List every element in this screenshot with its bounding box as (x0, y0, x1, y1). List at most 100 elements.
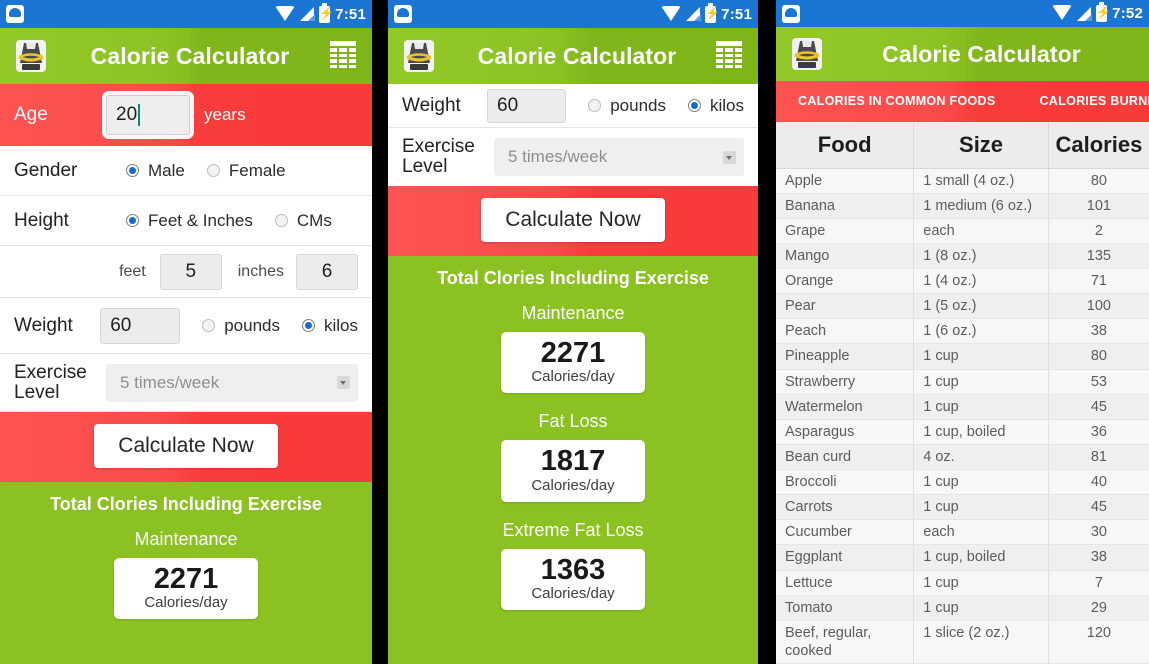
result-unit-maintenance: Calories/day (144, 594, 228, 612)
height-label: Height (14, 209, 69, 231)
cell-calories: 45 (1048, 394, 1149, 420)
table-row[interactable]: Watermelon 1 cup 45 (776, 394, 1149, 420)
cell-food: Pear (776, 293, 915, 320)
table-row[interactable]: Bean curd 4 oz. 81 (776, 444, 1149, 471)
radio-gender-female[interactable] (206, 164, 220, 177)
cell-size: 1 cup, boiled (913, 544, 1049, 571)
cell-size: 1 small (4 oz.) (913, 168, 1049, 194)
exercise-level-label-line2: Level (14, 381, 60, 403)
cell-food: Grape (776, 218, 915, 244)
wifi-icon (1052, 5, 1073, 20)
cell-calories: 53 (1048, 369, 1149, 395)
result-value-maintenance: 2271 (540, 337, 606, 369)
text-cursor (138, 104, 141, 126)
calculate-band: Calculate Now (0, 412, 372, 482)
exercise-level-label-line2: Level (402, 156, 448, 177)
cell-calories: 38 (1048, 318, 1149, 345)
cell-size: 1 cup (913, 394, 1049, 420)
calculate-now-button[interactable]: Calculate Now (481, 198, 665, 242)
radio-label-male: Male (148, 160, 185, 180)
table-row[interactable]: Lettuce 1 cup 7 (776, 570, 1149, 596)
table-row[interactable]: Asparagus 1 cup, boiled 36 (776, 419, 1149, 445)
table-row[interactable]: Orange 1 (4 oz.) 71 (776, 268, 1149, 295)
table-row[interactable]: Eggplant 1 cup, boiled 38 (776, 544, 1149, 571)
exercise-level-dropdown[interactable]: 5 times/week (494, 138, 744, 176)
age-input[interactable]: 20 (106, 95, 190, 135)
weight-scale-icon (788, 35, 826, 73)
row-exercise-level: Exercise Level 5 times/week (388, 128, 758, 186)
exercise-level-label: Exercise Level (402, 137, 494, 177)
status-bar-clock: 7:51 (335, 5, 366, 23)
table-row[interactable]: Carrots 1 cup 45 (776, 494, 1149, 521)
status-bar: 7:51 (388, 0, 758, 28)
app-bar: Calorie Calculator (0, 28, 372, 84)
food-table-head: Food Size Calories (776, 121, 1149, 169)
phone-screen-calculator-form: 7:51 Calorie Calculator (0, 0, 372, 664)
table-row[interactable]: Mango 1 (8 oz.) 135 (776, 243, 1149, 270)
table-row[interactable]: Cucumber each 30 (776, 519, 1149, 546)
table-row[interactable]: Tomato 1 cup 29 (776, 595, 1149, 621)
radio-weight-kilos[interactable] (301, 319, 315, 332)
food-table-container[interactable]: Food Size Calories Apple 1 small (4 oz.) 8… (776, 121, 1149, 664)
radio-gender-male[interactable] (126, 164, 139, 177)
cell-size: 1 slice (2 oz.) (913, 620, 1049, 664)
table-row[interactable]: Grape each 2 (776, 218, 1149, 244)
result-card-maintenance: 2271 Calories/day (114, 558, 258, 620)
table-row[interactable]: Broccoli 1 cup 40 (776, 469, 1149, 496)
cell-food: Bean curd (776, 444, 915, 471)
table-row[interactable]: Strawberry 1 cup 53 (776, 369, 1149, 395)
status-bar-left (394, 5, 412, 23)
cell-size: 1 (8 oz.) (913, 243, 1049, 270)
row-age: Age 20 years (0, 84, 372, 146)
radio-label-kilos: kilos (709, 95, 744, 115)
radio-weight-pounds[interactable] (588, 99, 602, 112)
radio-label-feet-inches: Feet & Inches (148, 210, 253, 230)
feet-input[interactable]: 5 (159, 253, 222, 290)
exercise-level-dropdown[interactable]: 5 times/week (106, 363, 358, 402)
cell-size: 4 oz. (913, 444, 1049, 471)
radio-weight-kilos[interactable] (687, 99, 701, 112)
results-title: Total Clories Including Exercise (437, 268, 709, 288)
cell-size: 1 (4 oz.) (913, 268, 1049, 295)
app-bar: Calorie Calculator (388, 28, 758, 84)
cell-calories: 81 (1048, 444, 1149, 471)
status-bar-right: 7:52 (1052, 2, 1143, 22)
table-row[interactable]: Peach 1 (6 oz.) 38 (776, 318, 1149, 345)
table-row[interactable]: Pineapple 1 cup 80 (776, 343, 1149, 370)
tab-calories-burning-rate[interactable]: CALORIES BURNING RATE ( (1017, 94, 1149, 108)
phone-screen-food-table: 7:52 Calorie Calculator CAL (776, 0, 1149, 664)
radio-height-cms[interactable] (274, 214, 288, 227)
age-unit-label: years (204, 105, 246, 124)
table-row[interactable]: Beef, regular, cooked 1 slice (2 oz.) 120 (776, 620, 1149, 664)
weight-input[interactable]: 60 (487, 88, 567, 123)
battery-charging-icon (319, 2, 331, 23)
calculate-now-button[interactable]: Calculate Now (94, 424, 278, 468)
radio-label-cms: CMs (296, 210, 332, 230)
weight-label: Weight (402, 94, 461, 116)
radio-label-kilos: kilos (323, 315, 358, 335)
result-value-fat-loss: 1817 (540, 445, 606, 478)
age-input-value: 20 (116, 104, 138, 125)
weight-input[interactable]: 60 (100, 307, 181, 344)
grid-table-icon[interactable] (716, 41, 746, 71)
table-row[interactable]: Pear 1 (5 oz.) 100 (776, 293, 1149, 320)
table-row[interactable]: Banana 1 medium (6 oz.) 101 (776, 193, 1149, 219)
cell-calories: 71 (1048, 268, 1149, 295)
wifi-icon (275, 5, 296, 21)
cell-calories: 36 (1048, 419, 1149, 445)
radio-weight-pounds[interactable] (202, 319, 216, 332)
status-bar-right: 7:51 (661, 2, 752, 23)
weight-input-value: 60 (497, 94, 519, 116)
feet-label: feet (119, 262, 146, 280)
table-row[interactable]: Apple 1 small (4 oz.) 80 (776, 168, 1149, 194)
signal-icon (1077, 6, 1093, 21)
tab-calories-in-common-foods[interactable]: CALORIES IN COMMON FOODS (776, 94, 1017, 108)
results-title: Total Clories Including Exercise (50, 494, 322, 514)
inches-input[interactable]: 6 (296, 253, 358, 290)
result-label-fat-loss: Fat Loss (538, 411, 608, 432)
grid-table-icon[interactable] (330, 41, 360, 71)
page-title: Calorie Calculator (90, 42, 290, 69)
radio-height-feet-inches[interactable] (126, 214, 139, 227)
radio-label-female: Female (228, 160, 286, 180)
app-notification-icon (782, 4, 800, 23)
